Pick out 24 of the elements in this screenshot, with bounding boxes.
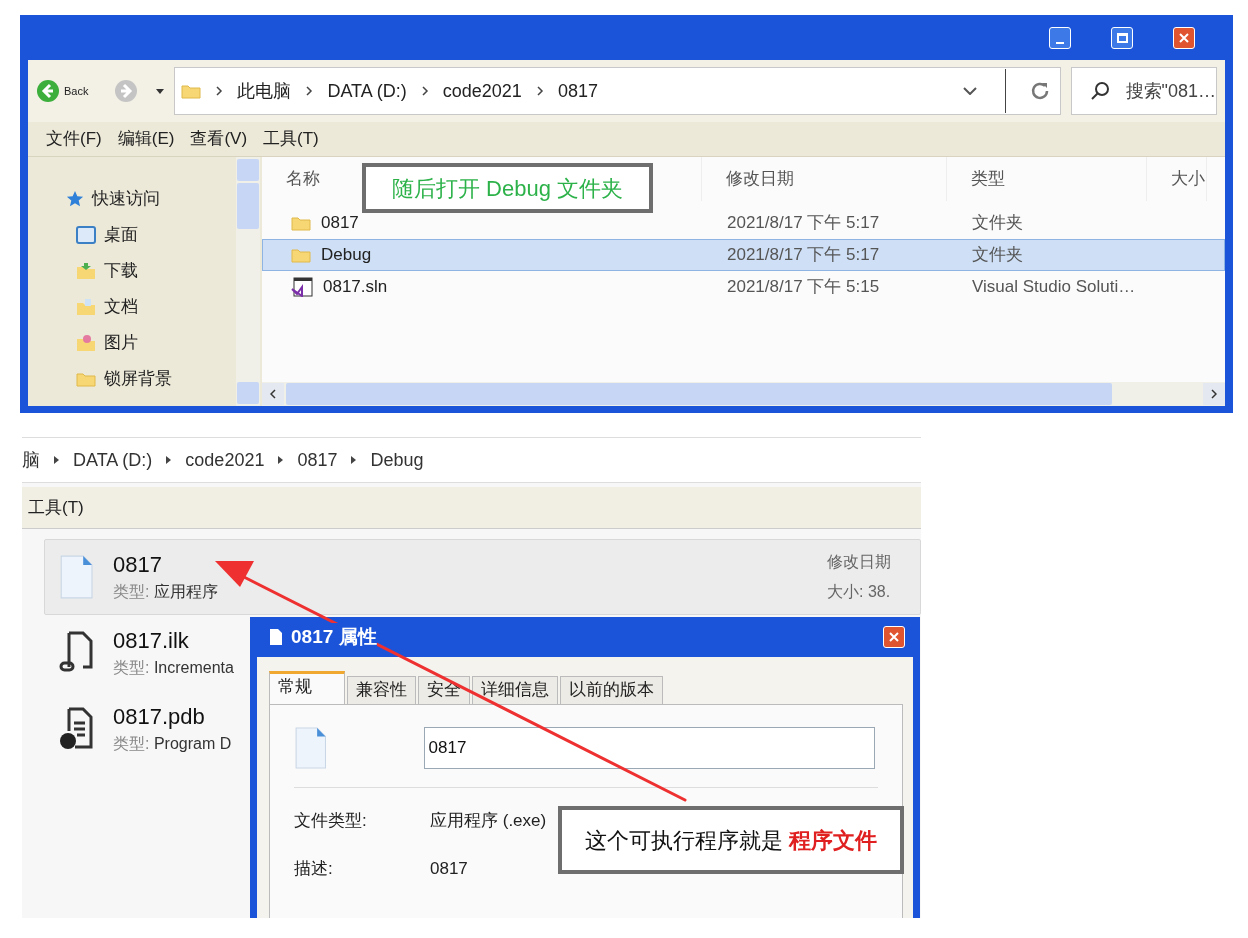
file-size: 大小: 38. bbox=[827, 582, 891, 602]
file-type: 类型: Program D bbox=[113, 734, 232, 754]
search-placeholder: 搜索"081… bbox=[1125, 79, 1216, 103]
modified-label: 修改日期 bbox=[827, 552, 891, 572]
file-type: 类型: Incrementa bbox=[113, 658, 234, 678]
file-date: 2021/8/17 下午 5:17 bbox=[727, 213, 880, 233]
callout-text: 随后打开 Debug 文件夹 bbox=[391, 174, 624, 203]
file-name: 0817.pdb bbox=[113, 703, 205, 731]
field-value: 0817 bbox=[430, 857, 468, 880]
file-name: 0817 bbox=[113, 551, 162, 579]
file-date: 2021/8/17 下午 5:15 bbox=[727, 277, 880, 297]
file-name: 0817 bbox=[321, 212, 359, 235]
field-label: 描述: bbox=[294, 857, 334, 880]
file-name: 0817.ilk bbox=[113, 627, 189, 655]
file-type: 文件夹 bbox=[972, 245, 1023, 265]
field-value: 应用程序 (.exe) bbox=[430, 810, 547, 832]
file-type: 文件夹 bbox=[972, 213, 1023, 233]
callout-text: 这个可执行程序就是 程序文件 bbox=[584, 826, 878, 855]
file-type: 类型: 应用程序 bbox=[113, 582, 218, 602]
field-label: 文件类型: bbox=[294, 810, 368, 832]
file-name: 0817.sln bbox=[323, 276, 388, 299]
file-date: 2021/8/17 下午 5:17 bbox=[727, 245, 880, 265]
file-name: Debug bbox=[321, 244, 372, 267]
file-type: Visual Studio Soluti… bbox=[972, 277, 1136, 297]
